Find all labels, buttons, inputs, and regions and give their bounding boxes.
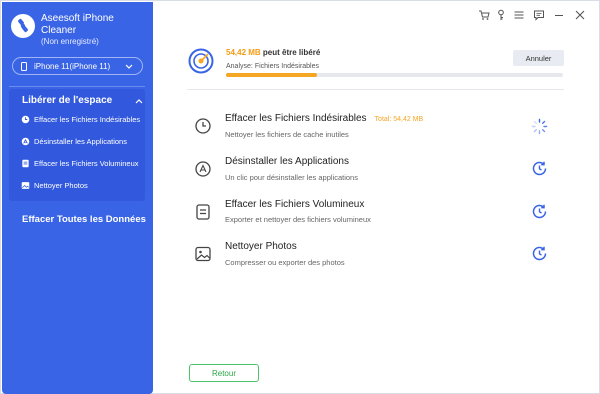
clock-icon: [21, 115, 30, 123]
scan-progress-fill: [226, 73, 317, 77]
document-icon: [196, 204, 210, 220]
chevron-down-icon: [125, 64, 133, 69]
sidebar-item-clean-photos[interactable]: Nettoyer Photos: [21, 178, 149, 192]
task-title-junk-files: Effacer les Fichiers Indésirables Total: …: [225, 113, 423, 124]
app-title: Aseesoft iPhone Cleaner: [41, 13, 114, 36]
scan-progress-bar: [226, 73, 563, 77]
analysis-status: Analyse: Fichiers Indésirables: [226, 63, 319, 70]
task-desc-junk-files: Nettoyer les fichiers de cache inutiles: [225, 130, 349, 139]
sidebar-item-junk-files[interactable]: Effacer les Fichiers Indésirables: [21, 112, 149, 126]
app-store-icon: [195, 161, 211, 177]
sidebar-item-erase-all-data[interactable]: Effacer Toutes les Données: [22, 214, 146, 225]
minimize-icon[interactable]: [553, 9, 565, 21]
back-button[interactable]: Retour: [189, 364, 259, 382]
sidebar-item-label: Effacer les Fichiers Volumineux: [34, 158, 139, 168]
cart-icon[interactable]: [478, 9, 490, 21]
header-divider: [187, 89, 564, 90]
sidebar-item-uninstall-apps[interactable]: Désinstaller les Applications: [21, 134, 149, 148]
app-window: Aseesoft iPhone Cleaner (Non enregistré)…: [0, 0, 600, 394]
task-desc-clean-photos: Compresser ou exporter des photos: [225, 258, 345, 267]
device-selector[interactable]: iPhone 11(iPhone 11): [12, 57, 143, 75]
sidebar-divider: [9, 86, 145, 87]
sidebar-item-label: Nettoyer Photos: [34, 180, 88, 190]
key-icon[interactable]: [495, 9, 507, 21]
section-title-free-space[interactable]: Libérer de l'espace: [22, 95, 112, 106]
image-icon: [195, 246, 211, 262]
analysis-label: Analyse:: [226, 63, 253, 70]
close-icon[interactable]: [574, 9, 586, 21]
pending-clock-icon: [532, 204, 547, 219]
phone-icon: [21, 61, 27, 71]
registration-status: (Non enregistré): [41, 37, 99, 46]
scan-target-icon: [188, 48, 214, 74]
sidebar-item-large-files[interactable]: Effacer les Fichiers Volumineux: [21, 156, 149, 170]
sidebar-item-label: Désinstaller les Applications: [34, 136, 127, 146]
app-store-icon: [21, 137, 30, 145]
task-title-text: Désinstaller les Applications: [225, 156, 349, 167]
device-label: iPhone 11(iPhone 11): [34, 61, 111, 71]
task-title-text: Nettoyer Photos: [225, 241, 297, 252]
freeable-amount: 54,42 MB: [226, 48, 261, 57]
image-icon: [21, 181, 30, 189]
cancel-button[interactable]: Annuler: [513, 50, 564, 66]
feedback-icon[interactable]: [533, 9, 545, 21]
satellite-logo-icon: [11, 14, 35, 38]
freeable-label: peut être libéré: [262, 48, 321, 57]
task-title-text: Effacer les Fichiers Volumineux: [225, 199, 365, 210]
pending-clock-icon: [532, 161, 547, 176]
loading-spinner-icon: [531, 118, 548, 135]
clock-icon: [195, 118, 211, 134]
task-title-clean-photos: Nettoyer Photos: [225, 241, 297, 252]
task-desc-large-files: Exporter et nettoyer des fichiers volumi…: [225, 215, 371, 224]
analysis-value: Fichiers Indésirables: [254, 63, 320, 70]
task-title-large-files: Effacer les Fichiers Volumineux: [225, 199, 364, 210]
task-total: Total: 54,42 MB: [374, 116, 424, 123]
pending-clock-icon: [532, 246, 547, 261]
chevron-up-icon[interactable]: [135, 98, 143, 104]
task-title-text: Effacer les Fichiers Indésirables: [225, 113, 367, 124]
menu-icon[interactable]: [513, 9, 525, 21]
task-title-uninstall-apps: Désinstaller les Applications: [225, 156, 349, 167]
task-desc-uninstall-apps: Un clic pour désinstaller les applicatio…: [225, 173, 358, 182]
document-icon: [22, 159, 29, 167]
sidebar-item-label: Effacer les Fichiers Indésirables: [34, 114, 141, 124]
freeable-space-text: 54,42 MB peut être libéré: [226, 48, 320, 57]
